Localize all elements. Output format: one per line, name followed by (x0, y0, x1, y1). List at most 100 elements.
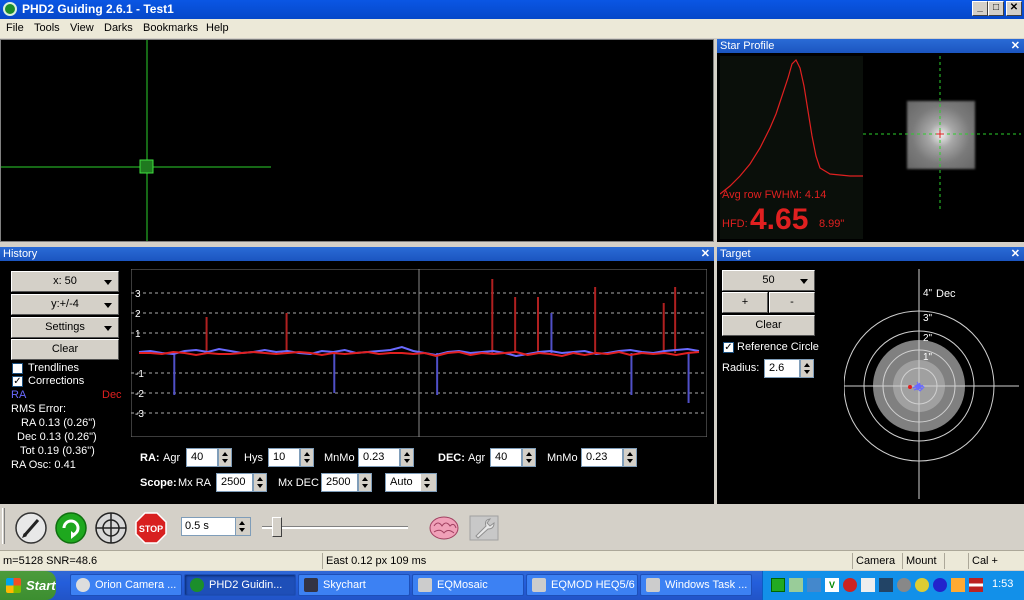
history-header: History ✕ (0, 247, 714, 261)
zoom-out-button[interactable]: - (769, 292, 815, 313)
dec-mnmo-label: MnMo (547, 452, 578, 464)
windows-taskbar: Start Orion Camera ... PHD2 Guidin... Sk… (0, 571, 1024, 600)
system-tray: V 1:53 (762, 571, 1024, 600)
ra-mnmo-input[interactable]: 0.23 (358, 448, 400, 467)
star-zoom-view (863, 56, 1021, 211)
tray-orange-icon[interactable] (951, 578, 965, 592)
ra-hys-input[interactable]: 10 (268, 448, 300, 467)
star-profile-title: Star Profile (720, 40, 775, 52)
target-length-dropdown[interactable]: 50 (722, 270, 815, 291)
dec-agr-spinner[interactable] (522, 448, 536, 467)
y-tick-label: 1 (135, 329, 141, 340)
tray-speaker-icon[interactable] (807, 578, 821, 592)
y-scale-dropdown[interactable]: y:+/-4 (11, 294, 119, 315)
loop-exposure-icon[interactable] (55, 512, 87, 544)
menu-file[interactable]: File (6, 22, 24, 34)
task-eqmod[interactable]: EQMOD HEQ5/6 (526, 574, 638, 596)
task-windows-task-manager[interactable]: Windows Task ... (640, 574, 752, 596)
star-profile-close-icon[interactable]: ✕ (1011, 39, 1020, 53)
y-tick-label: -2 (135, 389, 144, 400)
hfd-value: 4.65 (750, 203, 809, 236)
tray-network-icon[interactable] (789, 578, 803, 592)
svg-text:STOP: STOP (139, 524, 163, 534)
tray-clock: 1:53 (992, 578, 1014, 590)
tray-gray-icon[interactable] (897, 578, 911, 592)
tray-green-icon[interactable] (771, 578, 785, 592)
guide-crosshair-icon[interactable] (95, 512, 127, 544)
loop-pencil-icon[interactable] (15, 512, 47, 544)
tray-yellow-icon[interactable] (915, 578, 929, 592)
tray-dark-icon[interactable] (879, 578, 893, 592)
tray-monitor-icon[interactable] (861, 578, 875, 592)
stop-icon[interactable]: STOP (135, 512, 167, 544)
dec-axis-label: Dec (936, 288, 956, 300)
task-phd2[interactable]: PHD2 Guidin... (184, 574, 296, 596)
menu-tools[interactable]: Tools (34, 22, 60, 34)
tools-wrench-icon[interactable] (468, 514, 500, 542)
main-toolbar: STOP 0.5 s (0, 504, 508, 549)
camera-view[interactable] (0, 39, 714, 242)
target-close-icon[interactable]: ✕ (1011, 247, 1020, 261)
minimize-button[interactable]: _ (972, 1, 988, 16)
settings-dropdown[interactable]: Settings (11, 317, 119, 338)
tray-red-icon[interactable] (843, 578, 857, 592)
menu-darks[interactable]: Darks (104, 22, 133, 34)
dec-legend: Dec (102, 389, 122, 401)
ring-label-4: 4" (923, 288, 933, 299)
menu-help[interactable]: Help (206, 22, 229, 34)
guide-star-box (139, 159, 154, 174)
ra-hys-spinner[interactable] (300, 448, 314, 467)
dec-mnmo-input[interactable]: 0.23 (581, 448, 623, 467)
y-tick-label: -3 (135, 409, 144, 420)
maximize-button[interactable]: □ (988, 1, 1004, 16)
task-skychart[interactable]: Skychart (298, 574, 410, 596)
trendlines-checkbox[interactable] (12, 363, 23, 374)
reference-circle-label: Reference Circle (737, 341, 819, 353)
status-guide-info: East 0.12 px 109 ms (322, 553, 852, 569)
ra-agr-input[interactable]: 40 (186, 448, 218, 467)
tray-flag-icon[interactable] (969, 578, 983, 592)
radius-spinner[interactable] (800, 359, 814, 378)
y-tick-label: 2 (135, 309, 141, 320)
menu-view[interactable]: View (70, 22, 94, 34)
gamma-slider-track[interactable] (262, 526, 408, 529)
close-button[interactable]: ✕ (1006, 1, 1022, 16)
ring-label-3: 3" (923, 313, 933, 324)
task-eqmosaic[interactable]: EQMosaic (412, 574, 524, 596)
gamma-slider-thumb[interactable] (272, 517, 282, 537)
dec-agr-label: Agr (468, 452, 486, 464)
reference-circle-checkbox[interactable]: ✓ (723, 342, 734, 353)
x-scale-dropdown[interactable]: x: 50 (11, 271, 119, 292)
start-button[interactable]: Start (0, 571, 56, 600)
brain-icon[interactable] (428, 514, 460, 542)
mx-ra-input[interactable]: 2500 (216, 473, 253, 492)
tray-v-icon[interactable]: V (825, 578, 839, 592)
history-chart: 3 2 1 -1 -2 -3 (131, 269, 707, 437)
task-orion-camera[interactable]: Orion Camera ... (70, 574, 182, 596)
status-empty-cell (944, 553, 968, 569)
dec-mnmo-spinner[interactable] (623, 448, 637, 467)
exposure-dropdown-arrow[interactable] (235, 517, 251, 536)
phd2-app-icon (3, 2, 17, 16)
dec-agr-input[interactable]: 40 (490, 448, 522, 467)
mx-dec-spinner[interactable] (358, 473, 372, 492)
zoom-in-button[interactable]: + (722, 292, 768, 313)
menu-bookmarks[interactable]: Bookmarks (143, 22, 198, 34)
guide-mode-arrow[interactable] (421, 474, 436, 491)
profile-graph: Avg row FWHM: 4.14 HFD: 4.65 8.99" (720, 56, 863, 239)
history-title: History (3, 248, 38, 260)
radius-input[interactable]: 2.6 (764, 359, 800, 378)
radius-label: Radius: (722, 362, 760, 374)
ra-agr-spinner[interactable] (218, 448, 232, 467)
ra-mnmo-label: MnMo (324, 452, 355, 464)
corrections-checkbox[interactable]: ✓ (12, 376, 23, 387)
menu-bar: File Tools View Darks Bookmarks Help (0, 19, 1024, 38)
target-clear-button[interactable]: Clear (722, 315, 815, 336)
ra-agr-label: Agr (163, 452, 181, 464)
tray-bluetooth-icon[interactable] (933, 578, 947, 592)
mx-dec-input[interactable]: 2500 (321, 473, 358, 492)
history-clear-button[interactable]: Clear (11, 339, 119, 360)
mx-ra-spinner[interactable] (253, 473, 267, 492)
history-close-icon[interactable]: ✕ (701, 247, 710, 261)
ra-mnmo-spinner[interactable] (400, 448, 414, 467)
